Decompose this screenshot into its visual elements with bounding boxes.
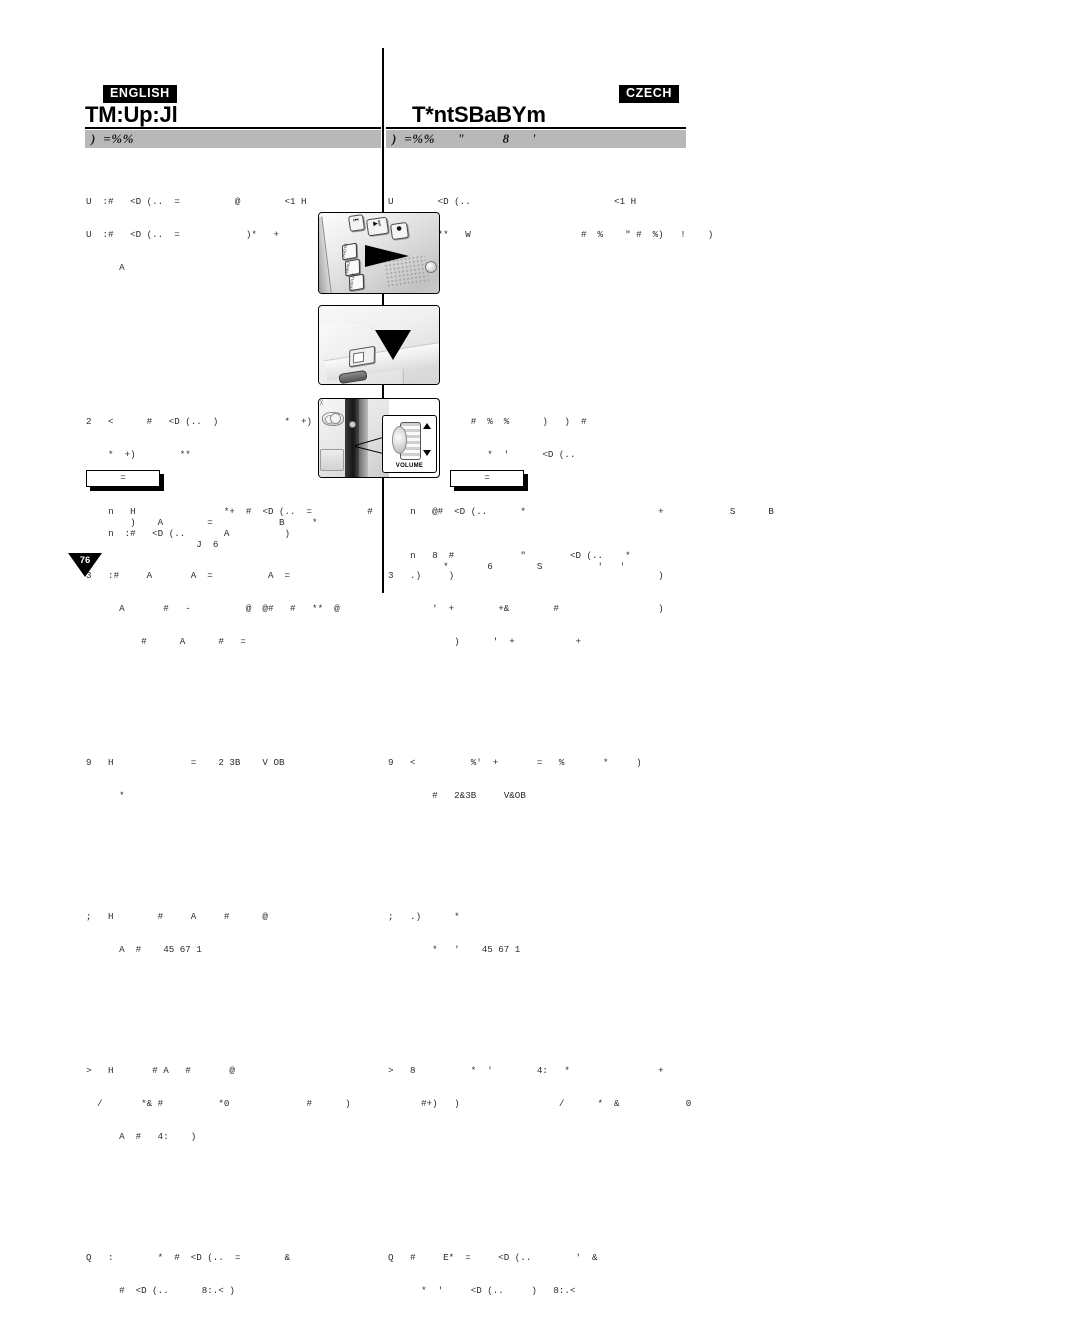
subheading-text-czech: ) =%% " 8 ' [392,131,537,146]
secondary-lens-icon [330,413,341,424]
figure-corner-mark: ╳ [320,400,324,406]
volume-up-arrow-icon [423,423,431,429]
step-2-english: 3 :# A A = A = A # - @ @# # ** @ # A # = [86,548,382,669]
subheading-bar-czech: ) =%% " 8 ' [386,130,686,148]
pointer-arrow-icon [365,245,409,267]
record-button-icon: ● [389,221,410,241]
volume-wheel-shading [392,426,407,454]
manual-page: ENGLISH TM:Up:Jl ) =%% U :# <D (.. = @ <… [0,0,1080,1296]
notes-label-english: = [120,472,126,483]
subheading-bar-english: ) =%% [85,130,381,148]
volume-down-arrow-icon [423,450,431,456]
step-6-czech: Q # E* = <D (.. ' & * ' <D (.. ) 8:.< [388,1230,688,1318]
text-line: U :# <D (.. = @ <1 H [86,196,307,207]
camcorder-open-door [345,399,359,477]
rewind-glyph: ⏮ [352,216,360,225]
notes-box-czech: = [450,470,524,487]
camcorder-door-edge [359,399,368,477]
text-line: > 8 * ' 4: * + [388,1065,664,1076]
text-line: n @# <D (.. * + S B [410,506,774,517]
page-title-czech: T*ntSBaBYm [412,102,546,127]
text-line: A # - @ @# # ** @ [86,603,340,614]
step-5-english: > H # A # @ / *& # *0 # ) A # 4: ) [86,1043,382,1164]
text-line: > H # A # @ [86,1065,235,1076]
page-number-badge: 76 [68,553,102,577]
language-badge-english: ENGLISH [103,85,177,103]
step-6-english: Q : * # <D (.. = & # <D (.. 8:.< ) [86,1230,382,1318]
step-3-czech: 9 < %' + = % * ) # 2&3B V&OB [388,735,688,823]
figure-top-power-slider [318,305,440,385]
step-3-english: 9 H = 2 3B V OB * [86,735,382,823]
play-pause-glyph: ▶‖ [372,219,382,228]
dial-nib-icon [349,421,356,428]
text-line: Q : * # <D (.. = & [86,1252,290,1263]
text-line: # 2&3B V&OB [388,790,526,801]
text-line: ) ' + + [388,636,581,647]
battery-hatch-icon [320,449,344,471]
play-pause-button-icon: ▶‖ [365,216,390,237]
text-line: * ' <D (.. ) 8:.< [388,1285,576,1296]
notes-text-czech: n @# <D (.. * + S B n 8 # " <D (.. * * 6… [388,495,774,583]
text-line: / *& # *0 # ) [86,1098,351,1109]
language-badge-czech: CZECH [619,85,680,103]
text-line: n 8 # " <D (.. * [410,550,631,561]
text-line: n :# <D (.. A ) [108,528,291,539]
text-line: # A # = [86,636,246,647]
record-glyph: ● [396,224,403,233]
text-line: ; H # A # @ [86,911,268,922]
notes-label-czech: = [484,472,490,483]
subheading-text-english: ) =%% [91,131,134,146]
step-5-czech: > 8 * ' 4: * + #+) ) / * & 0 [388,1043,692,1131]
rewind-button-icon: ⏮ [347,214,366,232]
text-line: J 6 [108,539,219,550]
title-rule-czech [386,127,686,129]
page-title-english: TM:Up:Jl [85,102,178,127]
text-line: ' + +& # ) [388,603,664,614]
jog-dial-icon [425,261,437,273]
text-line: #+) ) / * & 0 [388,1098,692,1109]
step-4-english: ; H # A # @ A # 45 67 1 [86,889,382,977]
text-line: 3 :# A A = A = [86,570,290,581]
text-line: ) A = B * [108,517,318,528]
text-line: ; .) * [388,911,460,922]
pointer-arrow-icon [375,330,411,360]
volume-callout-box: VOLUME [382,415,437,473]
text-line: Q # E* = <D (.. ' & [388,1252,598,1263]
volume-label: VOLUME [395,463,424,469]
text-line: n H *+ # <D (.. = # [108,506,373,517]
step-4-czech: ; .) * * ' 45 67 1 [388,889,688,977]
text-line: * 6 S ' ' [410,561,626,572]
figure-rear-control-panel: ⏮ ▶‖ ● PHOTO MENU DISPLAY [318,212,440,294]
notes-box-english: = [86,470,160,487]
page-number-text: 76 [79,555,91,566]
text-line: # <D (.. 8:.< ) [86,1285,235,1296]
figure-side-volume-dial: ╳ VOLUME [318,398,440,478]
title-rule-english [85,127,381,129]
notes-text-english: n H *+ # <D (.. = # ) A = B * n :# <D (.… [86,495,382,561]
text-line: * ' 45 67 1 [388,944,521,955]
text-line: A # 45 67 1 [86,944,202,955]
text-line: A # 4: ) [86,1131,197,1142]
text-line: U <D (.. <1 H [388,196,637,207]
text-line: * [86,790,125,801]
